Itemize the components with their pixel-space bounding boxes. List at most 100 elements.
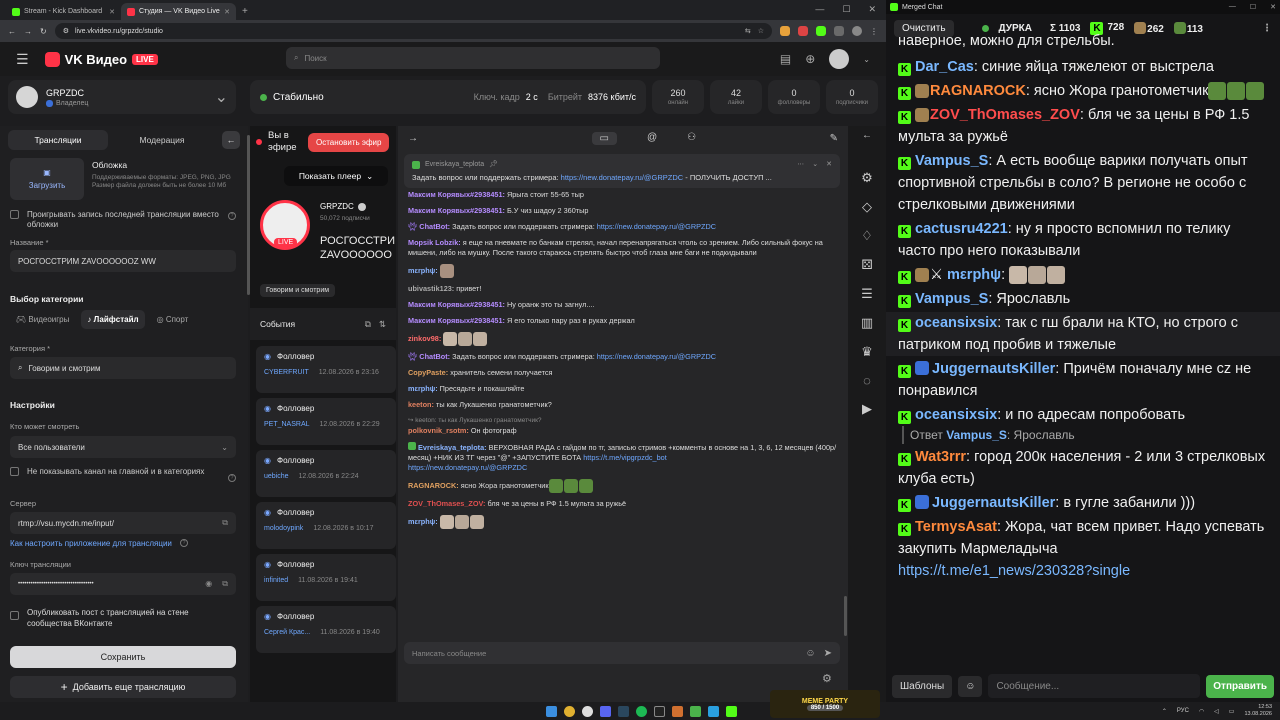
chat-link[interactable]: https://t.me/e1_news/230328?single: [898, 563, 1130, 579]
minimize-icon[interactable]: —: [1229, 3, 1236, 11]
vk-logo[interactable]: VK Видео LIVE: [44, 51, 158, 67]
chat-link[interactable]: https://new.donatepay.ru/@GRPZDC: [408, 463, 527, 472]
spotify-icon[interactable]: [636, 705, 647, 717]
close-window-icon[interactable]: ✕: [868, 4, 876, 15]
chat-username[interactable]: oceansixsix: [915, 315, 997, 331]
chat-username[interactable]: mεrphψ:: [408, 266, 438, 275]
chat-username[interactable]: RAGNAROCK:: [408, 481, 459, 490]
event-item[interactable]: ◉ Фолловер uebiche 12.08.2026 в 22:24: [256, 450, 396, 497]
chat-username[interactable]: Максим Корявых#2938451:: [408, 190, 505, 199]
collapse-arrow-icon[interactable]: ←: [862, 130, 872, 141]
cat-lifestyle-button[interactable]: ♪ Лайфстайл: [81, 310, 145, 329]
chat-username[interactable]: mεrphψ: [947, 267, 1001, 283]
maximize-icon[interactable]: ☐: [842, 4, 850, 15]
close-window-icon[interactable]: ✕: [1270, 3, 1276, 11]
chat-username[interactable]: TermysAsat: [915, 519, 997, 535]
chat-username[interactable]: ubivastik123:: [408, 284, 454, 293]
event-user[interactable]: Сергей Крас...: [264, 629, 310, 636]
emoji-icon[interactable]: ☺: [805, 648, 815, 659]
subscriptions-icon[interactable]: ▤: [780, 52, 791, 66]
tray-chevron-icon[interactable]: ⌃: [1162, 708, 1167, 715]
server-input[interactable]: rtmp://vsu.mycdn.me/input/ ⧉: [10, 512, 236, 534]
chat-username[interactable]: CopyPaste:: [408, 368, 448, 377]
chat-username[interactable]: Wat3rrr: [915, 449, 966, 465]
chat-username[interactable]: oceansixsix: [915, 407, 997, 423]
gem-icon[interactable]: ♢: [861, 228, 873, 244]
event-user[interactable]: uebiche: [264, 473, 289, 480]
hamburger-icon[interactable]: ☰: [16, 51, 29, 68]
open-external-icon[interactable]: ⧉: [365, 319, 371, 330]
chat-username[interactable]: zinkov98:: [408, 334, 441, 343]
extension-icon[interactable]: [798, 26, 808, 36]
discord-icon[interactable]: [600, 705, 611, 717]
event-user[interactable]: PET_NASRAL: [264, 421, 310, 428]
chat-username[interactable]: JuggernautsKiller: [932, 495, 1055, 511]
chat-username[interactable]: ZOV_ThOmases_ZOV:: [408, 499, 485, 508]
chat-bubble-icon[interactable]: ◌: [863, 373, 871, 388]
send-button[interactable]: Отправить: [1206, 674, 1274, 698]
save-button[interactable]: Сохранить: [10, 646, 236, 668]
trophy-icon[interactable]: ♛: [861, 344, 873, 360]
diamond-icon[interactable]: ◇: [862, 199, 872, 215]
add-stream-button[interactable]: + Добавить еще трансляцию: [10, 676, 236, 698]
tab-vk-studio[interactable]: Студия — VK Видео Live ✕: [121, 3, 236, 20]
chat-tab-icon[interactable]: ▭: [591, 131, 617, 145]
chat-username[interactable]: Максим Корявых#2938451:: [408, 300, 505, 309]
forward-arrow-icon[interactable]: →: [24, 27, 32, 36]
chat-username[interactable]: keeton:: [408, 400, 434, 409]
chat-input[interactable]: Написать сообщение ☺ ➤: [404, 642, 840, 664]
minimize-icon[interactable]: —: [815, 4, 824, 15]
volume-icon[interactable]: ◁: [1214, 708, 1219, 715]
chat-username[interactable]: mεrphψ:: [408, 517, 438, 526]
event-user[interactable]: CYBERFRUIT: [264, 369, 309, 376]
obs-icon[interactable]: [654, 705, 665, 717]
close-icon[interactable]: ✕: [109, 8, 115, 16]
add-icon[interactable]: ⊕: [805, 52, 815, 66]
chat-username[interactable]: JuggernautsKiller: [932, 361, 1055, 377]
chat-username[interactable]: Mopsik Lobzik:: [408, 238, 461, 247]
battery-icon[interactable]: ▭: [1229, 708, 1235, 715]
chat-username[interactable]: Evreiskaya_teplota:: [418, 443, 487, 452]
dice-icon[interactable]: ⚄: [861, 257, 872, 273]
help-icon[interactable]: ?: [228, 474, 236, 482]
event-item[interactable]: ◉ Фолловер CYBERFRUIT 12.08.2026 в 23:16: [256, 346, 396, 393]
puzzle-icon[interactable]: [834, 26, 844, 36]
show-player-button[interactable]: Показать плеер ⌄: [284, 166, 388, 186]
cat-games-button[interactable]: 🎮︎ Видеоигры: [10, 310, 75, 329]
emoji-icon[interactable]: ☺: [958, 675, 983, 697]
collapse-arrow-icon[interactable]: →: [408, 133, 418, 144]
extension-icon[interactable]: [816, 26, 826, 36]
setup-guide-link[interactable]: Как настроить приложение для трансляции: [10, 539, 172, 548]
chat-username[interactable]: Vampus_S: [915, 291, 988, 307]
new-tab-button[interactable]: +: [242, 6, 248, 17]
chat-link[interactable]: https://t.me/vipgrpzdc_bot: [583, 453, 667, 462]
filter-icon[interactable]: ⇅: [379, 319, 386, 330]
copy-icon[interactable]: ⧉: [222, 518, 228, 528]
star-icon[interactable]: ☆: [758, 27, 764, 35]
avatar[interactable]: [829, 49, 850, 69]
settings-icon[interactable]: ⚙: [861, 170, 873, 186]
pinned-link[interactable]: https://new.donatepay.ru/@GRPZDC: [561, 173, 684, 182]
chat-username[interactable]: Максим Корявых#2938451:: [408, 316, 505, 325]
maximize-icon[interactable]: ☐: [1250, 3, 1256, 11]
more-icon[interactable]: ⋯: [797, 158, 804, 171]
chat-username[interactable]: RAGNAROCK: [930, 83, 1026, 99]
chat-username[interactable]: Vampus_S: [915, 153, 988, 169]
send-icon[interactable]: ➤: [824, 648, 832, 659]
tab-moderation[interactable]: Модерация: [112, 130, 212, 150]
chat-username[interactable]: Dar_Cas: [915, 59, 974, 75]
chat-link[interactable]: https://new.donatepay.ru/@GRPZDC: [597, 352, 716, 361]
meme-party-widget[interactable]: MEME PARTY 850 / 1500: [770, 690, 880, 718]
kick-icon[interactable]: [690, 705, 701, 717]
merged-chat-icon[interactable]: [726, 705, 737, 717]
chat-username[interactable]: mεrphψ:: [408, 384, 438, 393]
steam-icon[interactable]: [618, 705, 629, 717]
publish-post-checkbox[interactable]: [10, 611, 19, 620]
event-item[interactable]: ◉ Фолловер molodoypink 12.08.2026 в 10:17: [256, 502, 396, 549]
event-item[interactable]: ◉ Фолловер Сергей Крас... 11.08.2026 в 19:…: [256, 606, 396, 653]
close-icon[interactable]: ✕: [826, 158, 832, 171]
who-can-watch-select[interactable]: Все пользователи ⌄: [10, 436, 236, 458]
list-icon[interactable]: ☰: [861, 286, 873, 302]
channel-selector[interactable]: GRPZDC Владелец ⌄: [8, 80, 236, 114]
category-input[interactable]: ⌕ Говорим и смотрим: [10, 357, 236, 379]
